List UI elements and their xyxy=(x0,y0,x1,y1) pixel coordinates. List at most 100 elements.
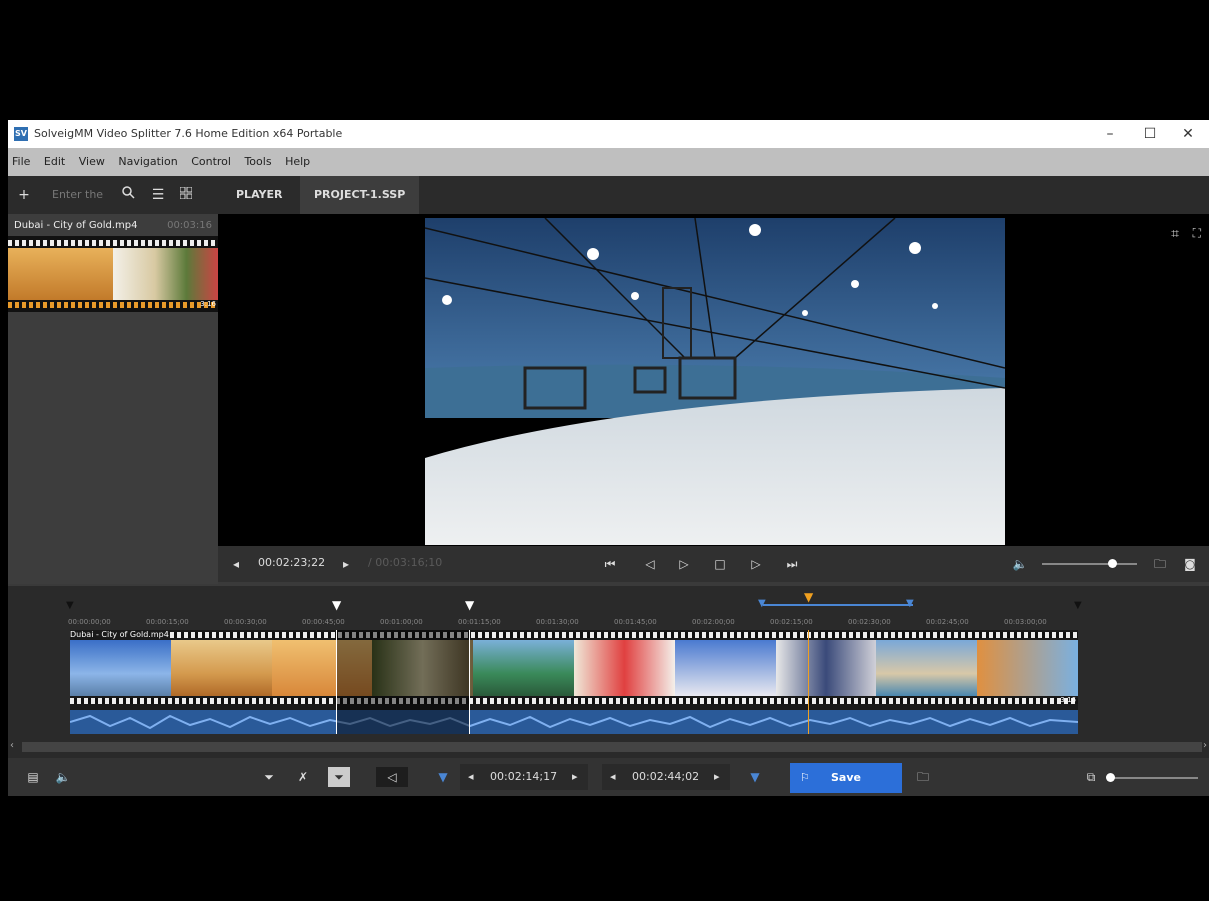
tab-project[interactable]: PROJECT-1.SSP xyxy=(300,176,420,214)
ruler-tick: 00:01:15;00 xyxy=(458,618,501,626)
ruler-tick: 00:02:45;00 xyxy=(926,618,969,626)
tab-player[interactable]: PLAYER xyxy=(222,176,296,214)
toggle-segment-icon[interactable]: ⏷ xyxy=(328,767,350,787)
menu-navigation[interactable]: Navigation xyxy=(118,148,177,176)
step-back-icon[interactable]: ◁ xyxy=(640,554,660,574)
go-end-icon[interactable]: ⏭ xyxy=(782,554,802,574)
end-marker[interactable]: ▼ xyxy=(1074,600,1082,611)
video-track[interactable]: Dubai - City of Gold.mp4 3:16 xyxy=(69,630,1079,734)
snapshot-icon[interactable]: ◙ xyxy=(1180,554,1200,574)
library-search-input[interactable]: Enter the xyxy=(52,185,114,205)
audio-icon[interactable]: 🔈 xyxy=(52,767,74,787)
track-label: Dubai - City of Gold.mp4 xyxy=(70,630,169,639)
in-next-icon[interactable]: ▸ xyxy=(572,764,578,790)
prev-frame-button[interactable]: ◂ xyxy=(226,554,246,574)
stop-icon[interactable]: □ xyxy=(710,554,730,574)
save-button[interactable]: ⚐ Save xyxy=(790,763,902,793)
zoom-slider-track[interactable] xyxy=(1108,777,1198,779)
zoom-icon[interactable]: ⧉ xyxy=(1080,767,1102,787)
ruler-tick: 00:00:30;00 xyxy=(224,618,267,626)
close-button[interactable]: ✕ xyxy=(1168,123,1208,145)
start-marker[interactable]: ▼ xyxy=(66,600,74,611)
cut-line-2 xyxy=(469,630,470,734)
fullscreen-icon[interactable]: ⛶ xyxy=(1193,226,1201,241)
in-marker-time[interactable]: 00:02:14;17 xyxy=(490,764,557,790)
timeline-ruler[interactable]: 00:00:00;00 00:00:15;00 00:00:30;00 00:0… xyxy=(68,600,1168,626)
audio-waveform xyxy=(69,710,1079,734)
out-prev-icon[interactable]: ◂ xyxy=(610,764,616,790)
library-file-duration: 00:03:16 xyxy=(167,220,212,231)
cut-marker-1[interactable]: ▼ xyxy=(332,598,341,612)
set-in-marker-icon[interactable]: ▼ xyxy=(432,767,454,787)
film-sprocket-bottom xyxy=(8,302,218,308)
folder-icon[interactable]: 🗀 xyxy=(1150,554,1170,574)
volume-icon[interactable]: 🔈 xyxy=(1010,554,1030,574)
library-file-name[interactable]: Dubai - City of Gold.mp4 xyxy=(14,220,137,231)
library-thumbnail[interactable]: 3:16 xyxy=(8,236,218,312)
step-forward-icon[interactable]: ▷ xyxy=(746,554,766,574)
volume-slider-knob[interactable] xyxy=(1108,559,1117,568)
cut-line-1 xyxy=(336,630,337,734)
track-duration: 3:16 xyxy=(1060,696,1076,704)
maximize-button[interactable]: ☐ xyxy=(1130,123,1170,145)
out-marker-time[interactable]: 00:02:44;02 xyxy=(632,764,699,790)
in-marker-time-box[interactable]: ◂ 00:02:14;17 ▸ xyxy=(460,764,588,790)
menu-control[interactable]: Control xyxy=(191,148,231,176)
cut-marker-2[interactable]: ▼ xyxy=(465,598,474,612)
track-thumbnails xyxy=(70,640,1078,696)
ruler-tick: 00:01:30;00 xyxy=(536,618,579,626)
menu-edit[interactable]: Edit xyxy=(44,148,65,176)
ruler-tick: 00:01:00;00 xyxy=(380,618,423,626)
add-marker-icon[interactable]: ⏷ xyxy=(258,767,280,787)
ruler-tick: 00:01:45;00 xyxy=(614,618,657,626)
playhead-marker[interactable]: ▼ xyxy=(804,590,813,604)
play-icon[interactable]: ▷ xyxy=(674,554,694,574)
in-prev-icon[interactable]: ◂ xyxy=(468,764,474,790)
list-view-icon[interactable]: ☰ xyxy=(148,185,168,205)
timeline-scrollbar[interactable] xyxy=(22,742,1202,752)
total-time: / 00:03:16;10 xyxy=(368,556,443,569)
thumb-frame-1 xyxy=(8,248,113,300)
add-file-icon[interactable]: + xyxy=(14,185,34,205)
out-marker-time-box[interactable]: ◂ 00:02:44;02 ▸ xyxy=(602,764,730,790)
ruler-tick: 00:00:45;00 xyxy=(302,618,345,626)
go-start-icon[interactable]: ⏮ xyxy=(600,554,620,574)
menu-bar: File Edit View Navigation Control Tools … xyxy=(8,148,1209,176)
minimize-button[interactable]: – xyxy=(1090,123,1130,145)
ruler-tick: 00:02:00;00 xyxy=(692,618,735,626)
menu-view[interactable]: View xyxy=(79,148,105,176)
scroll-right-icon[interactable]: › xyxy=(1203,740,1207,751)
set-out-marker-icon[interactable]: ▼ xyxy=(744,767,766,787)
track-sprocket-top xyxy=(170,632,1078,638)
ruler-tick: 00:02:15;00 xyxy=(770,618,813,626)
track-sprocket-bottom xyxy=(70,698,1078,704)
bottom-toolbar: ▤ 🔈 ⏷ ✗ ⏷ ◁ ▼ ◂ 00:02:14;17 ▸ ◂ 00:02:44… xyxy=(8,758,1209,796)
media-library: Dubai - City of Gold.mp4 00:03:16 3:16 xyxy=(8,214,218,584)
grid-view-icon[interactable] xyxy=(176,185,196,205)
film-sprocket-top xyxy=(8,240,218,246)
timeline[interactable]: 00:00:00;00 00:00:15;00 00:00:30;00 00:0… xyxy=(8,586,1209,758)
menu-tools[interactable]: Tools xyxy=(244,148,271,176)
cut-segment[interactable] xyxy=(336,630,469,734)
search-icon[interactable] xyxy=(118,185,138,205)
menu-help[interactable]: Help xyxy=(285,148,310,176)
playhead-line xyxy=(808,630,809,734)
next-frame-button[interactable]: ▸ xyxy=(336,554,356,574)
cursor-mode-icon[interactable]: ◁ xyxy=(376,767,408,787)
output-folder-icon[interactable]: 🗀 xyxy=(912,767,934,787)
film-icon[interactable]: ▤ xyxy=(22,767,44,787)
zoom-slider-knob[interactable] xyxy=(1106,773,1115,782)
save-label: Save xyxy=(831,771,861,784)
volume-slider-track[interactable] xyxy=(1042,563,1137,565)
menu-file[interactable]: File xyxy=(12,148,30,176)
thumb-frame-2 xyxy=(113,248,218,300)
video-frame[interactable] xyxy=(425,218,1005,545)
crop-icon[interactable]: ⌗ xyxy=(1171,226,1179,242)
out-next-icon[interactable]: ▸ xyxy=(714,764,720,790)
selection-range xyxy=(763,604,913,606)
scroll-left-icon[interactable]: ‹ xyxy=(10,740,14,751)
remove-marker-icon[interactable]: ✗ xyxy=(292,767,314,787)
current-time[interactable]: 00:02:23;22 xyxy=(258,556,325,569)
save-flag-icon: ⚐ xyxy=(800,771,810,784)
title-bar: SV SolveigMM Video Splitter 7.6 Home Edi… xyxy=(8,120,1209,148)
